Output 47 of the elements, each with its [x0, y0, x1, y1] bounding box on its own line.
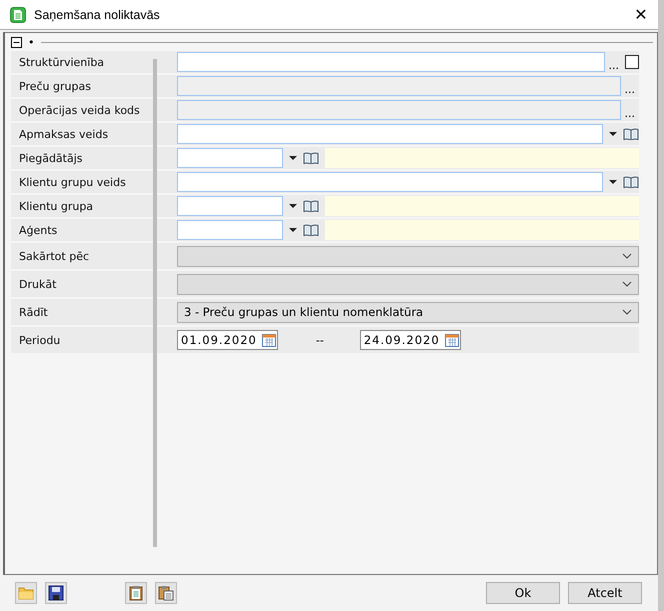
field-label: Piegādātājs [18, 152, 84, 164]
book-icon[interactable] [623, 128, 639, 140]
input-field[interactable] [177, 52, 604, 72]
checkbox[interactable] [625, 55, 639, 69]
field-label: Rādīt [18, 306, 49, 318]
calendar-icon[interactable] [444, 333, 459, 347]
caret-icon[interactable] [289, 228, 297, 232]
field-label: Preču grupas [18, 80, 92, 92]
caret-icon[interactable] [289, 204, 297, 208]
field-label: Klientu grupu veids [18, 176, 127, 188]
date-field[interactable]: 01.09.2020 [177, 330, 278, 350]
field-label: Klientu grupa [18, 200, 94, 212]
date-field[interactable]: 24.09.2020 [360, 330, 461, 350]
caret-icon[interactable] [289, 156, 297, 160]
close-button[interactable]: ✕ [624, 0, 658, 28]
browse-button[interactable]: ... [606, 59, 621, 72]
combo-field[interactable] [177, 148, 283, 168]
field-label: Operācijas veida kods [18, 104, 141, 116]
range-separator: -- [316, 334, 324, 346]
combo-field[interactable] [177, 172, 603, 192]
combo-field[interactable] [177, 196, 283, 216]
field-label: Apmaksas veids [18, 128, 110, 140]
clipboard-button[interactable] [125, 582, 147, 604]
book-icon[interactable] [303, 224, 319, 236]
book-icon[interactable] [623, 176, 639, 188]
dropdown[interactable]: 3 - Preču grupas un klientu nomenklatūra [177, 302, 639, 322]
group-bullet: • [28, 36, 34, 48]
combo-field[interactable] [177, 220, 283, 240]
calendar-icon[interactable] [262, 333, 276, 347]
window-title: Saņemšana noliktavās [34, 8, 161, 22]
collapse-icon[interactable] [11, 36, 22, 48]
dialog-button[interactable]: Ok [486, 582, 560, 604]
field-label: Drukāt [18, 278, 58, 290]
field-label: Periodu [18, 334, 62, 346]
dialog-button[interactable]: Atcelt [568, 582, 642, 604]
chevron-down-icon[interactable] [622, 309, 632, 315]
caret-icon[interactable] [609, 180, 617, 184]
book-icon[interactable] [303, 152, 319, 164]
document-icon [10, 6, 26, 22]
paste-button[interactable] [155, 582, 177, 604]
field-label: Sakārtot pēc [18, 250, 90, 262]
save-button[interactable] [45, 582, 67, 604]
combo-field[interactable] [177, 124, 603, 144]
book-icon[interactable] [303, 200, 319, 212]
caret-icon[interactable] [609, 132, 617, 136]
field-label: Aģents [18, 224, 58, 236]
field-label: Struktūrvienība [18, 56, 106, 68]
